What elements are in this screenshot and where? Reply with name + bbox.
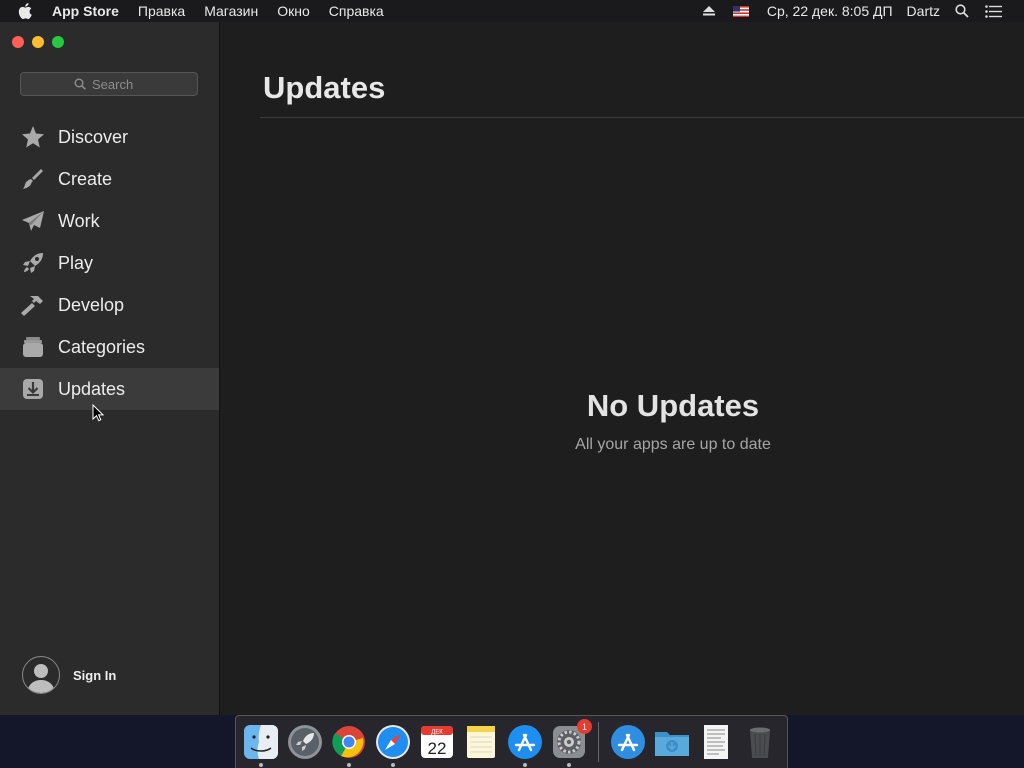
sidebar-item-label: Updates [58,378,126,399]
title-divider [260,117,1024,118]
paper-plane-icon [20,208,46,234]
sidebar: Discover Create Work Play [0,22,220,715]
trash-icon [750,727,770,758]
download-icon [20,376,46,402]
dock-applications-folder[interactable] [609,723,647,761]
dock-downloads-folder[interactable] [653,723,691,761]
rocket-icon [20,250,46,276]
finder-icon [244,725,278,759]
calendar-icon: ДЕК 22 [421,726,453,758]
calendar-day: 22 [428,739,447,758]
running-indicator [347,763,351,767]
menu-window[interactable]: Окно [277,3,310,19]
document-icon [704,725,728,759]
minimize-button[interactable] [32,36,44,48]
empty-state-title: No Updates [586,388,760,423]
calendar-month: ДЕК [431,730,443,736]
sidebar-item-label: Work [58,210,100,231]
sidebar-item-play[interactable]: Play [0,242,219,284]
search-icon [74,78,86,90]
sidebar-item-develop[interactable]: Develop [0,284,219,326]
dock-separator [598,722,599,762]
sidebar-item-label: Develop [58,294,125,315]
eject-icon[interactable] [702,6,715,16]
page-title: Updates [263,70,386,105]
menu-user[interactable]: Dartz [907,3,940,19]
downloads-folder-icon [655,732,689,756]
brush-icon [20,166,46,192]
notes-icon [467,726,495,758]
dock-safari[interactable] [374,723,412,767]
sidebar-item-label: Create [58,168,113,189]
close-button[interactable] [12,36,24,48]
dock-notes[interactable] [462,723,500,761]
running-indicator [523,763,527,767]
search-field[interactable] [20,72,198,96]
menu-edit[interactable]: Правка [138,3,185,19]
dock-trash[interactable] [741,723,779,761]
app-store-window: Discover Create Work Play [0,22,1024,715]
running-indicator [259,763,263,767]
dock: ДЕК 22 1 [235,715,788,768]
dock-calendar[interactable]: ДЕК 22 [418,723,456,761]
sidebar-item-label: Categories [58,336,146,357]
mouse-cursor-icon [92,403,105,427]
dock-document[interactable] [697,723,735,761]
notification-center-icon[interactable] [985,4,1002,18]
sidebar-item-create[interactable]: Create [0,158,219,200]
hammer-icon [20,292,46,318]
menu-clock[interactable]: Ср, 22 дек. 8:05 ДП [767,3,893,19]
menu-bar: App Store Правка Магазин Окно Справка Ср… [0,0,1024,22]
sign-in-label: Sign In [73,667,117,683]
dock-finder[interactable] [242,723,280,767]
dock-launchpad[interactable] [286,723,324,761]
launchpad-icon [288,725,322,759]
us-flag-icon[interactable] [732,5,749,17]
sidebar-item-label: Play [58,252,94,273]
applications-folder-icon [611,725,645,759]
categories-icon [20,334,46,360]
dock-app-store[interactable] [506,723,544,767]
running-indicator [567,763,571,767]
empty-state-subtitle: All your apps are up to date [575,436,771,453]
dock-chrome[interactable] [330,723,368,767]
sidebar-item-updates[interactable]: Updates [0,368,219,410]
window-controls [12,36,64,48]
menu-app-name[interactable]: App Store [52,3,119,19]
main-content: Updates No Updates All your apps are up … [220,22,1024,715]
safari-icon [376,725,410,759]
sign-in-button[interactable]: Sign In [22,656,116,694]
sidebar-nav: Discover Create Work Play Develop Catego… [0,116,219,410]
app-store-icon [508,725,542,759]
avatar-icon [22,656,60,694]
spotlight-search-icon[interactable] [955,4,969,18]
search-input[interactable] [90,75,144,93]
apple-menu-icon[interactable] [18,3,38,19]
sidebar-item-discover[interactable]: Discover [0,116,219,158]
dock-system-preferences[interactable]: 1 [550,719,592,767]
sidebar-item-categories[interactable]: Categories [0,326,219,368]
chrome-icon [332,726,365,758]
menu-help[interactable]: Справка [329,3,384,19]
sidebar-item-work[interactable]: Work [0,200,219,242]
sidebar-item-label: Discover [58,126,129,147]
star-icon [20,124,46,150]
maximize-button[interactable] [52,36,64,48]
running-indicator [391,763,395,767]
menu-store[interactable]: Магазин [204,3,258,19]
notification-badge: 1 [577,719,592,734]
